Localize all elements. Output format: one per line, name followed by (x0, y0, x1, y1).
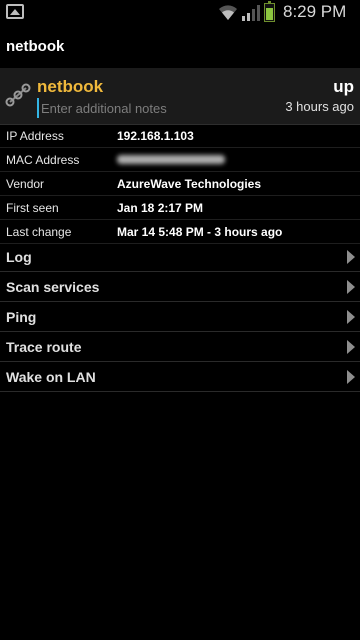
info-row-vendor: Vendor AzureWave Technologies (0, 172, 360, 196)
gallery-icon (6, 4, 24, 19)
action-trace-route[interactable]: Trace route (0, 332, 360, 362)
info-label: Vendor (6, 177, 45, 191)
info-row-first-seen: First seen Jan 18 2:17 PM (0, 196, 360, 220)
action-wake-on-lan[interactable]: Wake on LAN (0, 362, 360, 392)
chevron-right-icon (347, 250, 355, 264)
redacted-mac-value (117, 155, 225, 164)
clock: 8:29 PM (283, 2, 347, 21)
info-value: 192.168.1.103 (117, 129, 194, 143)
device-status: up (333, 77, 354, 96)
chevron-right-icon (347, 280, 355, 294)
action-label: Log (6, 249, 32, 265)
wifi-icon (219, 5, 237, 21)
battery-icon (264, 1, 275, 22)
info-value: AzureWave Technologies (117, 177, 262, 191)
notes-input[interactable] (37, 98, 191, 118)
action-ping[interactable]: Ping (0, 302, 360, 332)
info-label: MAC Address (6, 153, 80, 167)
action-log[interactable]: Log (0, 242, 360, 272)
action-bar: netbook (0, 25, 360, 69)
device-name: netbook (37, 77, 104, 96)
info-row-last-change: Last change Mar 14 5:48 PM - 3 hours ago (0, 220, 360, 244)
chevron-right-icon (347, 310, 355, 324)
info-label: IP Address (6, 129, 64, 143)
info-row-mac: MAC Address (0, 148, 360, 172)
action-label: Trace route (6, 339, 82, 355)
action-list: Log Scan services Ping Trace route Wake … (0, 242, 360, 392)
device-info-table: IP Address 192.168.1.103 MAC Address Ven… (0, 124, 360, 244)
info-row-ip: IP Address 192.168.1.103 (0, 124, 360, 148)
network-nodes-icon (5, 83, 31, 107)
info-value: Jan 18 2:17 PM (117, 201, 204, 215)
action-scan-services[interactable]: Scan services (0, 272, 360, 302)
action-label: Ping (6, 309, 37, 325)
device-header: netbook up 3 hours ago (0, 68, 360, 125)
action-label: Wake on LAN (6, 369, 96, 385)
chevron-right-icon (347, 370, 355, 384)
signal-icon (242, 5, 260, 21)
last-change-ago: 3 hours ago (285, 99, 354, 114)
status-bar: 8:29 PM (0, 0, 360, 25)
chevron-right-icon (347, 340, 355, 354)
info-label: First seen (6, 201, 59, 215)
info-value: Mar 14 5:48 PM - 3 hours ago (117, 225, 283, 239)
page-title: netbook (6, 38, 65, 55)
action-label: Scan services (6, 279, 100, 295)
info-label: Last change (6, 225, 72, 239)
